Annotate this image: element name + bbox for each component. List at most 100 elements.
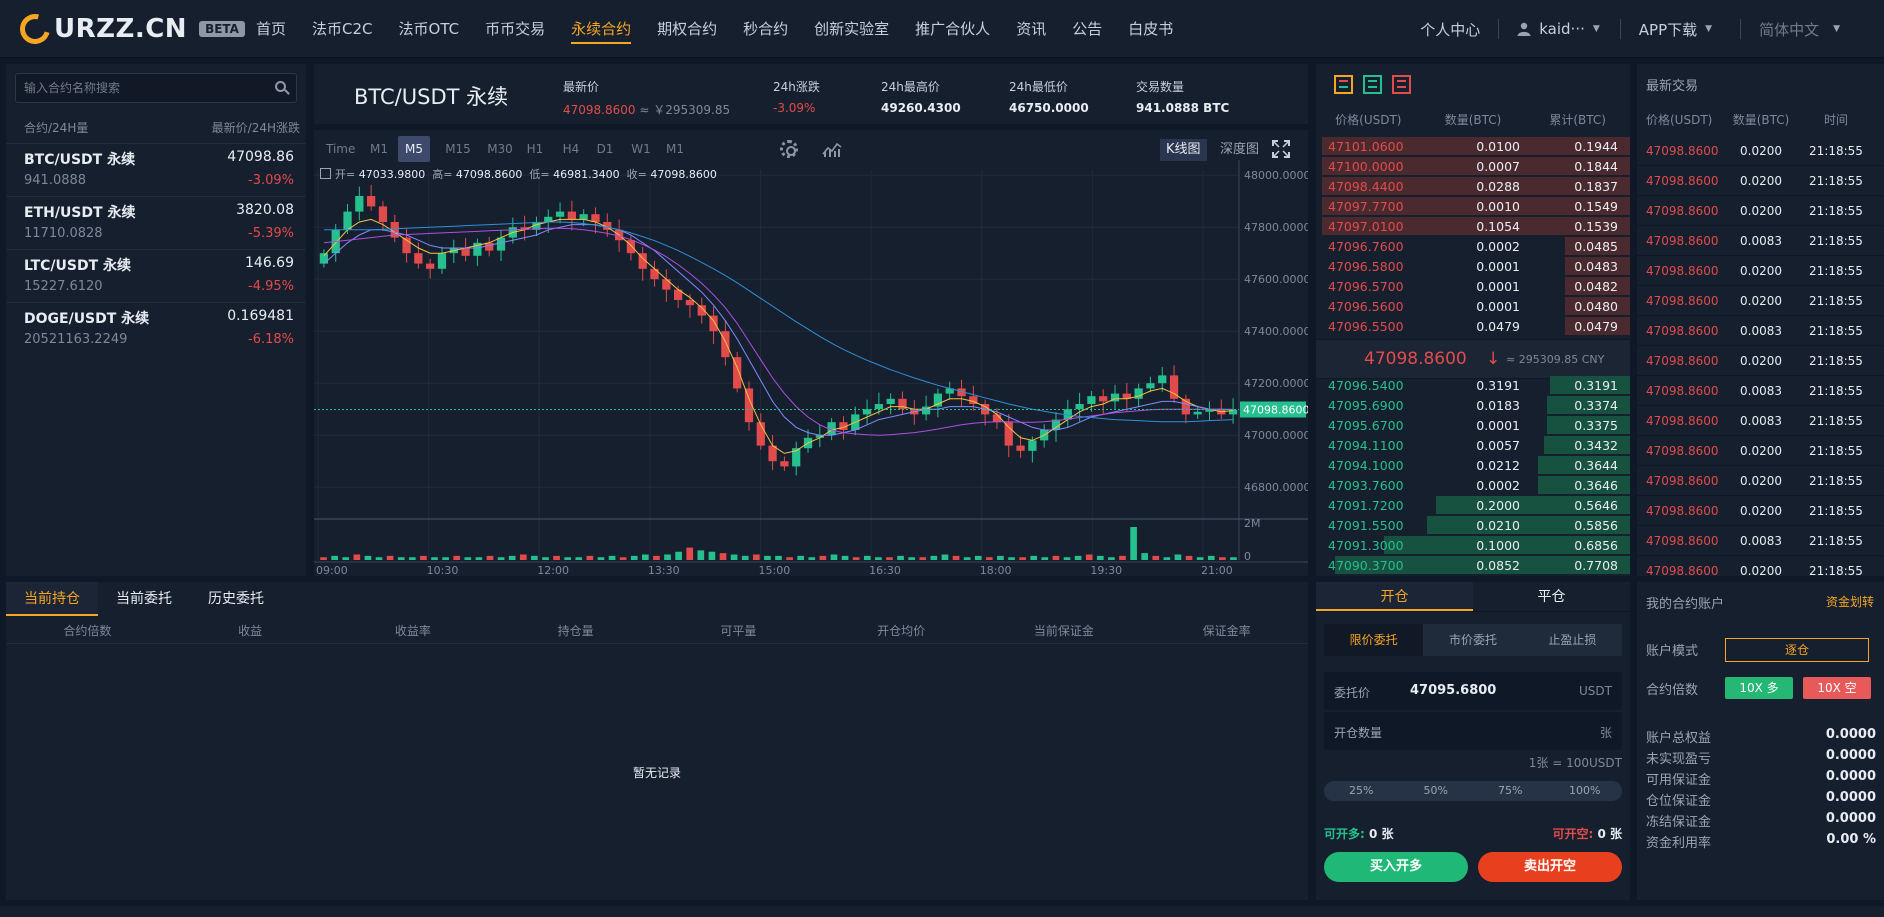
book-bids-icon[interactable] [1363, 75, 1382, 94]
book-asks-icon[interactable] [1392, 75, 1411, 94]
personal-center-link[interactable]: 个人中心 [1420, 19, 1480, 40]
bid-row[interactable]: 47094.1100 0.0057 0.3432 [1316, 435, 1630, 455]
language-label: 简体中文 [1759, 20, 1820, 39]
language-menu[interactable]: 简体中文 ▼ [1759, 19, 1840, 40]
timeframe-6[interactable]: H4 [560, 136, 582, 162]
last-price-cny: ≈ ￥295309.85 [639, 103, 731, 117]
ask-row[interactable]: 47098.4400 0.0288 0.1837 [1316, 176, 1630, 196]
nav-item-9[interactable]: 资讯 [1016, 0, 1046, 58]
percent-option[interactable]: 100% [1548, 781, 1623, 801]
percent-option[interactable]: 75% [1473, 781, 1548, 801]
app-download-label: APP下载 [1638, 20, 1698, 39]
ask-row[interactable]: 47097.7700 0.0010 0.1549 [1316, 196, 1630, 216]
ask-price: 47096.5700 [1328, 278, 1404, 294]
x-tick-label: 15:00 [759, 564, 791, 576]
indicator-icon[interactable] [822, 140, 842, 158]
ask-row[interactable]: 47096.5800 0.0001 0.0483 [1316, 256, 1630, 276]
account-balance-row: 账户总权益 0.0000 [1646, 727, 1876, 746]
candle-body [874, 404, 883, 410]
low-value: 46750.0000 [1009, 101, 1089, 115]
ask-row[interactable]: 47096.5500 0.0479 0.0479 [1316, 316, 1630, 336]
app-download-menu[interactable]: APP下载 ▼ [1639, 19, 1712, 40]
ask-row[interactable]: 47101.0600 0.0100 0.1944 [1316, 136, 1630, 156]
kline-view-button[interactable]: K线图 [1160, 139, 1207, 161]
user-menu[interactable]: kaid··· ▼ [1517, 20, 1600, 38]
book-both-icon[interactable] [1334, 75, 1353, 94]
nav-item-1[interactable]: 法币C2C [312, 0, 373, 58]
timeframe-3[interactable]: M15 [442, 136, 474, 162]
market-row[interactable]: DOGE/USDT 永续 0.169481 20521163.2249 -6.18% [6, 302, 306, 355]
nav-item-4[interactable]: 永续合约 [571, 0, 632, 58]
tab-order-type-2[interactable]: 止盈止损 [1523, 624, 1622, 656]
ask-row[interactable]: 47096.5600 0.0001 0.0480 [1316, 296, 1630, 316]
market-row[interactable]: LTC/USDT 永续 146.69 15227.6120 -4.95% [6, 249, 306, 302]
kline-chart[interactable]: 48000.0000 47800.0000 47600.0000 47400.0000… [314, 130, 1308, 576]
nav-item-5[interactable]: 期权合约 [657, 0, 717, 58]
nav-item-3[interactable]: 币币交易 [485, 0, 545, 58]
tab-positions-2[interactable]: 历史委托 [190, 582, 282, 616]
ask-row[interactable]: 47097.0100 0.1054 0.1539 [1316, 216, 1630, 236]
bid-row[interactable]: 47096.5400 0.3191 0.3191 [1316, 375, 1630, 395]
buy-long-button[interactable]: 买入开多 [1324, 852, 1468, 882]
balance-label: 账户总权益 [1646, 731, 1712, 746]
quantity-input[interactable] [1410, 723, 1560, 738]
bid-row[interactable]: 47091.7200 0.2000 0.5646 [1316, 495, 1630, 515]
timeframe-0[interactable]: Time [326, 136, 355, 162]
tab-order-type-1[interactable]: 市价委托 [1423, 624, 1522, 656]
market-row[interactable]: ETH/USDT 永续 3820.08 11710.0828 -5.39% [6, 196, 306, 249]
ask-row[interactable]: 47100.0000 0.0007 0.1844 [1316, 156, 1630, 176]
bid-row[interactable]: 47091.5500 0.0210 0.5856 [1316, 515, 1630, 535]
price-input[interactable] [1410, 683, 1560, 698]
market-search-input[interactable] [24, 74, 264, 102]
leverage-long-button[interactable]: 10X 多 [1725, 677, 1793, 699]
sell-short-button[interactable]: 卖出开空 [1478, 852, 1622, 882]
bid-row[interactable]: 47091.3000 0.1000 0.6856 [1316, 535, 1630, 555]
tab-positions-1[interactable]: 当前委托 [98, 582, 190, 616]
transfer-link[interactable]: 资金划转 [1826, 593, 1874, 610]
tab-positions-0[interactable]: 当前持仓 [6, 582, 98, 616]
timeframe-2[interactable]: M5 [398, 136, 430, 162]
nav-item-0[interactable]: 首页 [256, 0, 286, 58]
margin-mode-button[interactable]: 逐仓 [1725, 638, 1869, 662]
volume-bar [597, 557, 605, 560]
bid-row[interactable]: 47095.6900 0.0183 0.3374 [1316, 395, 1630, 415]
timeframe-7[interactable]: D1 [594, 136, 616, 162]
volume-bar [775, 555, 782, 560]
nav-item-7[interactable]: 创新实验室 [814, 0, 889, 58]
bid-row[interactable]: 47094.1000 0.0212 0.3644 [1316, 455, 1630, 475]
depth-view-button[interactable]: 深度图 [1214, 139, 1265, 161]
timeframe-5[interactable]: H1 [524, 136, 546, 162]
bid-row[interactable]: 47095.6700 0.0001 0.3375 [1316, 415, 1630, 435]
ask-row[interactable]: 47096.5700 0.0001 0.0482 [1316, 276, 1630, 296]
market-row[interactable]: BTC/USDT 永续 47098.86 941.0888 -3.09% [6, 143, 306, 196]
chevron-down-icon: ▼ [1833, 24, 1840, 34]
crosshair-toggle-icon[interactable] [320, 168, 331, 179]
timeframe-1[interactable]: M1 [368, 136, 390, 162]
nav-item-2[interactable]: 法币OTC [399, 0, 460, 58]
bid-row[interactable]: 47090.3700 0.0852 0.7708 [1316, 555, 1630, 575]
bid-row[interactable]: 47093.7600 0.0002 0.3646 [1316, 475, 1630, 495]
timeframe-4[interactable]: M30 [484, 136, 516, 162]
nav-item-10[interactable]: 公告 [1072, 0, 1102, 58]
volume-bar [575, 557, 583, 560]
nav-item-6[interactable]: 秒合约 [743, 0, 788, 58]
positions-header-col: 收益率 [394, 624, 431, 638]
gear-icon[interactable] [780, 140, 798, 158]
nav-item-8[interactable]: 推广合伙人 [915, 0, 990, 58]
ask-row[interactable]: 47096.7600 0.0002 0.0485 [1316, 236, 1630, 256]
percent-option[interactable]: 50% [1399, 781, 1474, 801]
timeframe-9[interactable]: M1 [664, 136, 686, 162]
fullscreen-icon[interactable] [1272, 140, 1290, 158]
volume-bar [830, 554, 838, 560]
candle-body [1075, 404, 1084, 410]
positions-header: 合约倍数 收益 收益率 持仓量 可平量 开仓均价 当前保证金 保证金率 [6, 622, 1308, 644]
brand-logo[interactable]: URZZ.CN BETA [14, 8, 245, 50]
nav-item-11[interactable]: 白皮书 [1128, 0, 1173, 58]
tab-order-type-0[interactable]: 限价委托 [1324, 624, 1424, 656]
leverage-short-button[interactable]: 10X 空 [1803, 677, 1871, 699]
tab-order-side-1[interactable]: 平仓 [1473, 582, 1630, 611]
percent-option[interactable]: 25% [1324, 781, 1399, 801]
search-icon[interactable] [275, 81, 286, 92]
tab-order-side-0[interactable]: 开仓 [1316, 582, 1473, 611]
timeframe-8[interactable]: W1 [630, 136, 652, 162]
